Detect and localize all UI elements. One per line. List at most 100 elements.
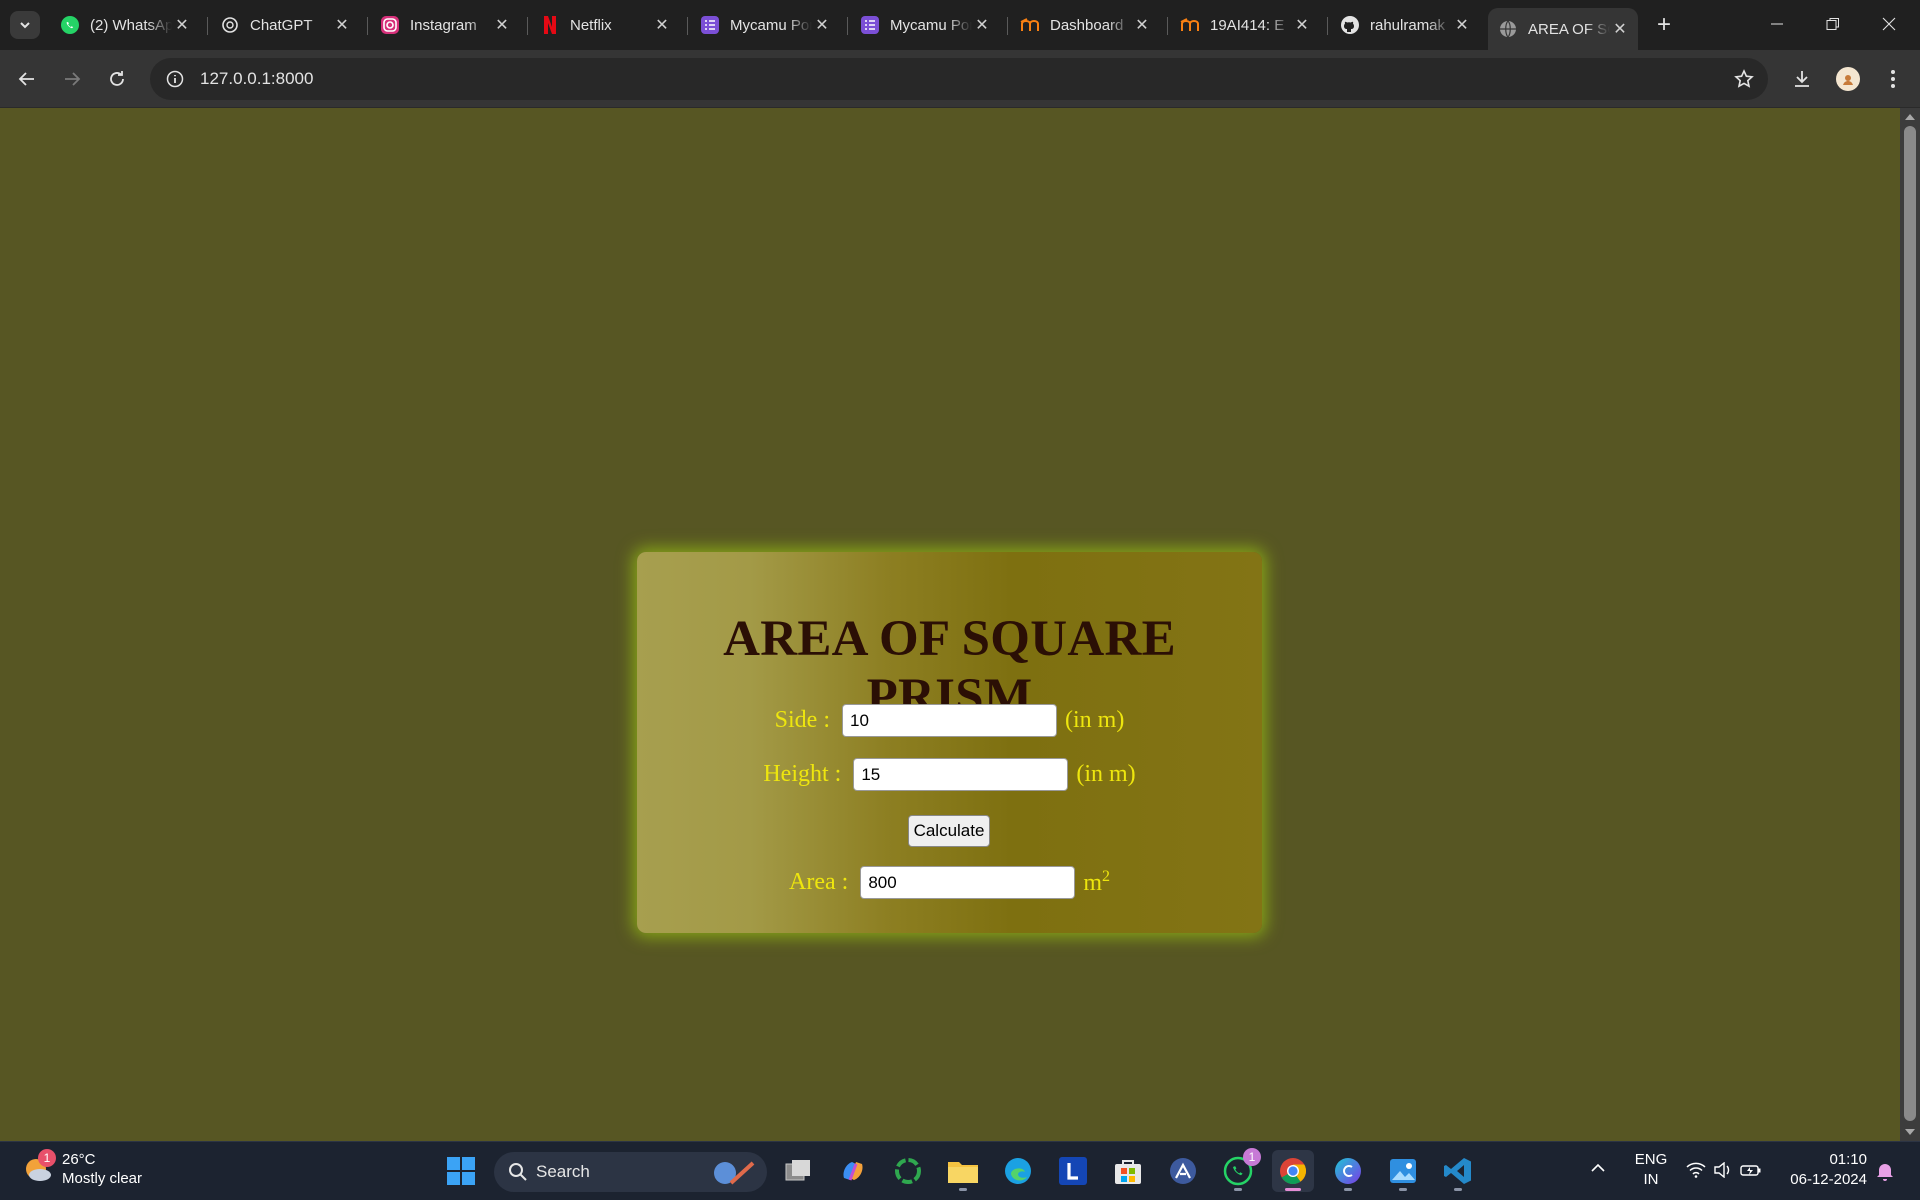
area-unit: m2 — [1083, 868, 1110, 897]
chevron-down-icon — [20, 22, 30, 29]
running-indicator — [1399, 1188, 1407, 1191]
copilot-button[interactable] — [832, 1150, 874, 1192]
instagram-icon — [380, 15, 400, 35]
avatar — [1836, 67, 1860, 91]
downloads-button[interactable] — [1786, 63, 1818, 95]
app-green-ring-button[interactable] — [887, 1150, 929, 1192]
volume-icon[interactable] — [1714, 1161, 1732, 1182]
tab-whatsapp[interactable]: (2) WhatsApp ✕ — [50, 8, 200, 42]
url-text[interactable]: 127.0.0.1:8000 — [200, 69, 313, 89]
moodle-icon — [1020, 15, 1040, 35]
tab-area-of-square-prism[interactable]: AREA OF SQUARE PRISM ✕ — [1488, 8, 1638, 50]
reload-button[interactable] — [101, 63, 133, 95]
calculate-button[interactable]: Calculate — [908, 815, 990, 847]
tab-19ai414[interactable]: 19AI414: E ✕ — [1170, 8, 1320, 42]
kebab-menu-icon — [1891, 70, 1895, 88]
lang-line1: ENG — [1634, 1151, 1668, 1168]
moodle-icon — [1180, 15, 1200, 35]
restore-icon — [1826, 18, 1839, 30]
app-triangle-button[interactable] — [1162, 1150, 1204, 1192]
menu-button[interactable] — [1877, 63, 1909, 95]
download-icon — [1795, 71, 1809, 87]
tab-title: Netflix — [570, 16, 612, 34]
netflix-icon — [540, 15, 560, 35]
letter-l-icon — [1059, 1157, 1087, 1185]
area-unit-base: m — [1083, 870, 1102, 896]
new-tab-button[interactable]: + — [1650, 11, 1678, 39]
tab-netflix[interactable]: Netflix ✕ — [530, 8, 680, 42]
close-icon[interactable]: ✕ — [1610, 19, 1630, 39]
photos-button[interactable] — [1382, 1150, 1424, 1192]
language-indicator[interactable]: ENG IN — [1633, 1150, 1669, 1190]
area-label: Area : — [789, 869, 849, 895]
store-button[interactable] — [1107, 1150, 1149, 1192]
close-icon[interactable]: ✕ — [1132, 15, 1152, 35]
store-icon — [1115, 1160, 1141, 1184]
show-hidden-icons-button[interactable] — [1590, 1160, 1606, 1177]
running-indicator — [959, 1188, 967, 1191]
vscode-button[interactable] — [1437, 1150, 1479, 1192]
tab-dashboard[interactable]: Dashboard ✕ — [1010, 8, 1160, 42]
wifi-icon[interactable] — [1686, 1162, 1706, 1182]
triangle-app-icon — [1170, 1158, 1196, 1184]
bookmark-star-icon[interactable] — [1734, 69, 1754, 94]
height-input[interactable] — [853, 758, 1069, 791]
close-icon[interactable]: ✕ — [492, 15, 512, 35]
battery-icon[interactable] — [1740, 1162, 1762, 1182]
close-icon[interactable]: ✕ — [1292, 15, 1312, 35]
arrow-right-icon — [65, 72, 81, 86]
tab-mycamu-2[interactable]: Mycamu Portal ✕ — [850, 8, 1000, 42]
vertical-scrollbar[interactable] — [1900, 108, 1920, 1141]
profile-button[interactable] — [1832, 63, 1864, 95]
restore-button[interactable] — [1805, 0, 1861, 48]
forward-button[interactable] — [56, 63, 88, 95]
side-input[interactable] — [842, 704, 1057, 737]
weather-widget[interactable]: 1 26°C Mostly clear — [22, 1149, 142, 1188]
close-icon[interactable]: ✕ — [972, 15, 992, 35]
close-icon[interactable]: ✕ — [332, 15, 352, 35]
chrome-button[interactable] — [1272, 1150, 1314, 1192]
tab-github[interactable]: rahulramak ✕ — [1330, 8, 1480, 42]
close-icon[interactable]: ✕ — [812, 15, 832, 35]
site-info-icon[interactable] — [154, 58, 196, 100]
active-indicator — [1285, 1188, 1301, 1191]
running-indicator — [1234, 1188, 1242, 1191]
close-icon[interactable]: ✕ — [652, 15, 672, 35]
tab-instagram[interactable]: Instagram ✕ — [370, 8, 520, 42]
app-l-button[interactable] — [1052, 1150, 1094, 1192]
tab-mycamu-1[interactable]: Mycamu Portal ✕ — [690, 8, 840, 42]
system-clock[interactable]: 01:10 06-12-2024 — [1785, 1150, 1867, 1190]
start-button[interactable] — [440, 1150, 482, 1192]
page-viewport: AREA OF SQUARE PRISM Side : (in m) Heigh… — [0, 108, 1900, 1141]
side-row: Side : (in m) — [637, 704, 1262, 737]
reload-icon — [110, 71, 124, 86]
file-explorer-button[interactable] — [942, 1150, 984, 1192]
minimize-button[interactable] — [1749, 0, 1805, 48]
edge-button[interactable] — [997, 1150, 1039, 1192]
taskbar-search[interactable]: Search — [494, 1152, 767, 1192]
scroll-up-icon[interactable] — [1905, 114, 1915, 120]
area-output[interactable] — [860, 866, 1076, 899]
height-unit: (in m) — [1076, 761, 1136, 787]
running-indicator — [1344, 1188, 1352, 1191]
close-icon[interactable]: ✕ — [172, 15, 192, 35]
tab-title: 19AI414: E — [1210, 16, 1285, 34]
close-icon[interactable]: ✕ — [1452, 15, 1472, 35]
tab-chatgpt[interactable]: ChatGPT ✕ — [210, 8, 360, 42]
scroll-down-icon[interactable] — [1905, 1129, 1915, 1135]
back-button[interactable] — [11, 63, 43, 95]
canva-button[interactable] — [1327, 1150, 1369, 1192]
address-bar[interactable]: 127.0.0.1:8000 — [150, 58, 1768, 100]
whatsapp-taskbar-button[interactable]: 1 — [1217, 1148, 1261, 1192]
canva-icon — [1335, 1158, 1361, 1184]
tab-strip: (2) WhatsApp ✕ ChatGPT ✕ Instagram ✕ Net… — [0, 0, 1920, 50]
chevron-up-icon — [1591, 1163, 1605, 1172]
notification-bell-icon[interactable] — [1876, 1161, 1894, 1185]
tab-search-button[interactable] — [10, 11, 40, 39]
browser-toolbar: 127.0.0.1:8000 — [0, 50, 1920, 108]
chatgpt-icon — [220, 15, 240, 35]
scrollbar-thumb[interactable] — [1904, 126, 1916, 1121]
task-view-button[interactable] — [777, 1150, 819, 1192]
tab-title: Instagram — [410, 16, 477, 34]
close-window-button[interactable] — [1861, 0, 1917, 48]
